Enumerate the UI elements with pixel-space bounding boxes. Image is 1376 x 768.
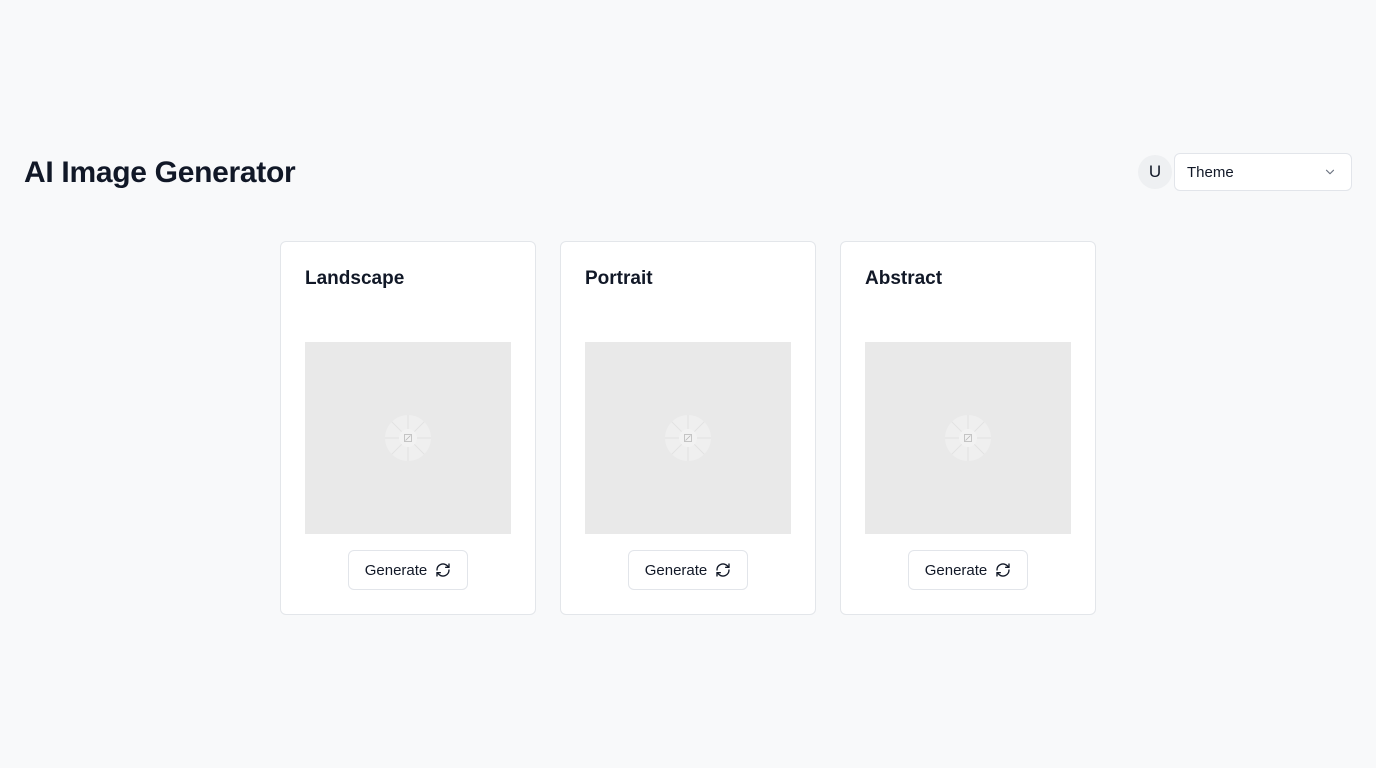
card-title: Landscape xyxy=(305,268,405,289)
image-placeholder xyxy=(865,342,1071,534)
card-title: Abstract xyxy=(865,268,943,289)
image-card-abstract: Abstract Generate xyxy=(840,241,1096,615)
theme-select[interactable]: Theme xyxy=(1174,153,1352,191)
generate-button[interactable]: Generate xyxy=(908,550,1028,590)
theme-select-value: Theme xyxy=(1187,163,1234,181)
loading-spinner-icon xyxy=(385,415,431,461)
card-title: Portrait xyxy=(585,268,653,289)
avatar[interactable]: U xyxy=(1138,155,1172,189)
image-card-landscape: Landscape Generate xyxy=(280,241,536,615)
generate-button-label: Generate xyxy=(644,561,708,579)
app-page: AI Image Generator U Theme Landscape Gen… xyxy=(0,0,1376,768)
header-controls: U Theme xyxy=(1138,153,1352,191)
loading-spinner-icon xyxy=(665,415,711,461)
image-card-portrait: Portrait Generate xyxy=(560,241,816,615)
generate-button[interactable]: Generate xyxy=(348,550,468,590)
page-title: AI Image Generator xyxy=(24,156,296,189)
generate-button-label: Generate xyxy=(924,561,988,579)
refresh-icon xyxy=(996,563,1010,577)
refresh-icon xyxy=(716,563,730,577)
image-placeholder xyxy=(305,342,511,534)
chevron-down-icon xyxy=(1325,169,1335,175)
loading-spinner-icon xyxy=(945,415,991,461)
generate-button-label: Generate xyxy=(364,561,428,579)
refresh-icon xyxy=(436,563,450,577)
card-grid: Landscape Generate Portrait Generate Abs… xyxy=(280,241,1096,615)
generate-button[interactable]: Generate xyxy=(628,550,748,590)
image-placeholder xyxy=(585,342,791,534)
